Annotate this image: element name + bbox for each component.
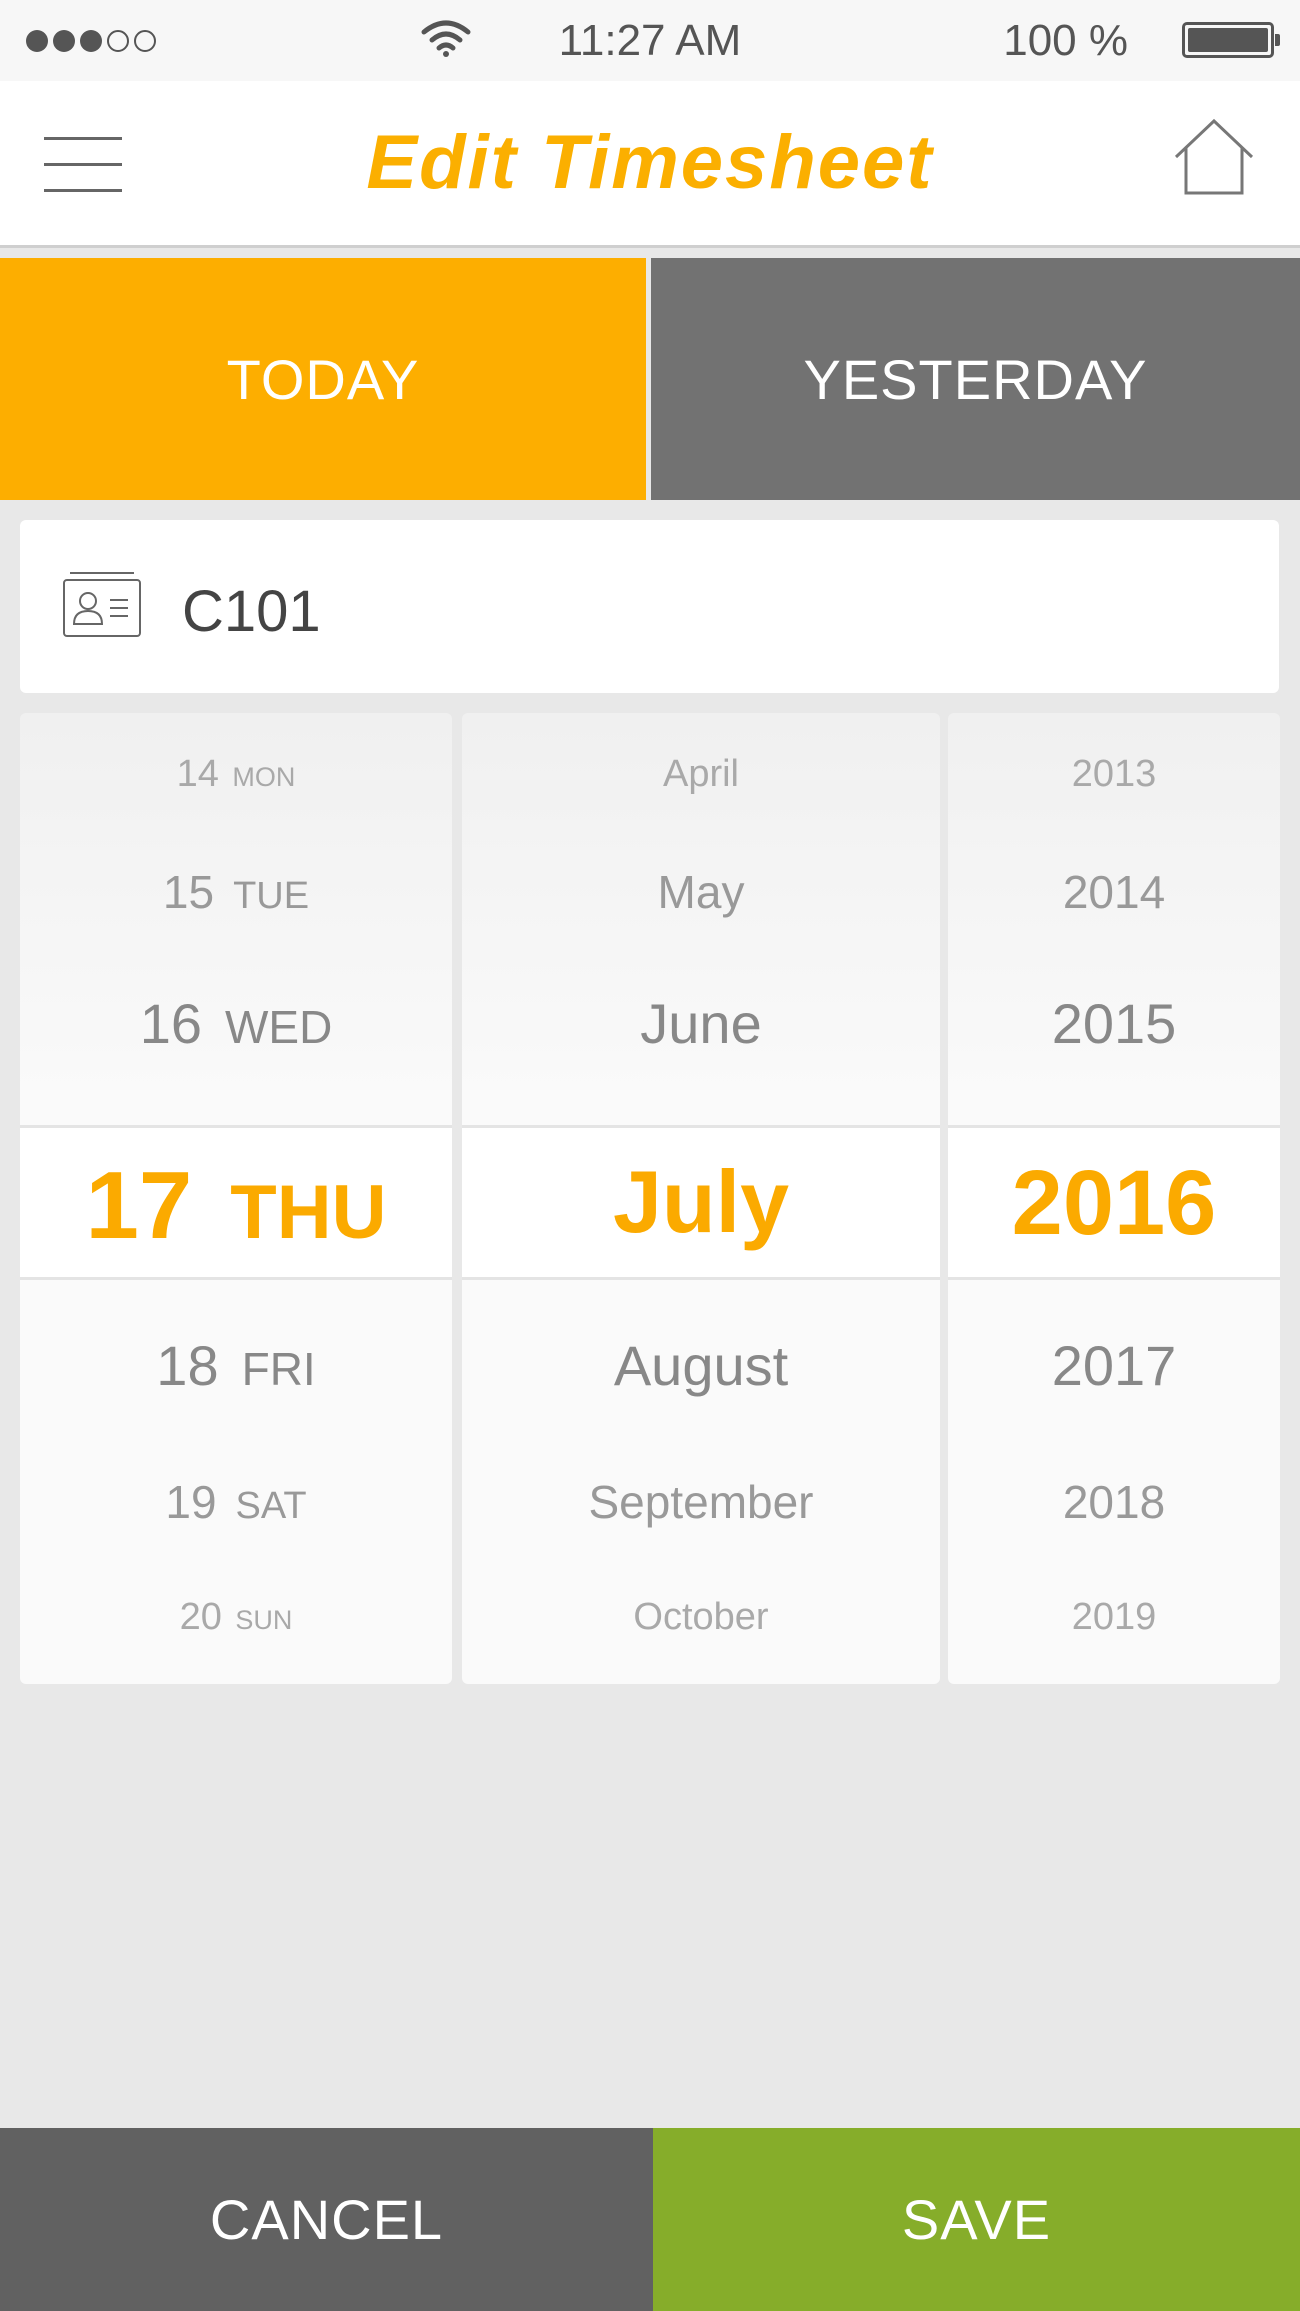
status-bar: 11:27 AM 100 % (0, 0, 1300, 81)
day-option[interactable]: 16 WED (20, 991, 452, 1056)
cancel-button[interactable]: CANCEL (0, 2128, 653, 2311)
tab-today[interactable]: TODAY (0, 258, 646, 500)
nav-bar: Edit Timesheet (0, 81, 1300, 248)
day-picker-column[interactable]: 14 MON 15 TUE 16 WED 17 THU 18 FRI 19 SAT 20 SU… (20, 713, 452, 1684)
day-tabs: TODAY YESTERDAY (0, 258, 1300, 500)
battery-icon (1182, 22, 1280, 58)
day-option[interactable]: 19 SAT (20, 1475, 452, 1529)
year-option[interactable]: 2014 (948, 865, 1280, 919)
id-card-icon (62, 570, 142, 645)
year-option-selected[interactable]: 2016 (948, 1151, 1280, 1256)
year-option[interactable]: 2013 (948, 753, 1280, 796)
month-option[interactable]: October (462, 1596, 940, 1639)
month-option[interactable]: April (462, 753, 940, 796)
battery-percentage: 100 % (1003, 16, 1128, 65)
month-picker-column[interactable]: April May June July August September Oct… (462, 713, 940, 1684)
day-option[interactable]: 15 TUE (20, 865, 452, 919)
month-option[interactable]: August (462, 1333, 940, 1398)
year-option[interactable]: 2019 (948, 1596, 1280, 1639)
tab-yesterday[interactable]: YESTERDAY (651, 258, 1300, 500)
month-option[interactable]: May (462, 865, 940, 919)
employee-id-field[interactable]: C101 (20, 520, 1279, 693)
month-option[interactable]: September (462, 1475, 940, 1529)
year-option[interactable]: 2017 (948, 1333, 1280, 1398)
day-option[interactable]: 14 MON (20, 753, 452, 796)
page-title: Edit Timesheet (366, 120, 934, 205)
home-icon[interactable] (1172, 117, 1256, 197)
day-option[interactable]: 20 SUN (20, 1596, 452, 1639)
save-button[interactable]: SAVE (653, 2128, 1300, 2311)
day-option[interactable]: 18 FRI (20, 1333, 452, 1398)
year-picker-column[interactable]: 2013 2014 2015 2016 2017 2018 2019 (948, 713, 1280, 1684)
month-option-selected[interactable]: July (462, 1151, 940, 1253)
employee-id-value: C101 (182, 579, 321, 644)
year-option[interactable]: 2018 (948, 1475, 1280, 1529)
month-option[interactable]: June (462, 991, 940, 1056)
day-option-selected[interactable]: 17 THU (20, 1151, 452, 1261)
year-option[interactable]: 2015 (948, 991, 1280, 1056)
